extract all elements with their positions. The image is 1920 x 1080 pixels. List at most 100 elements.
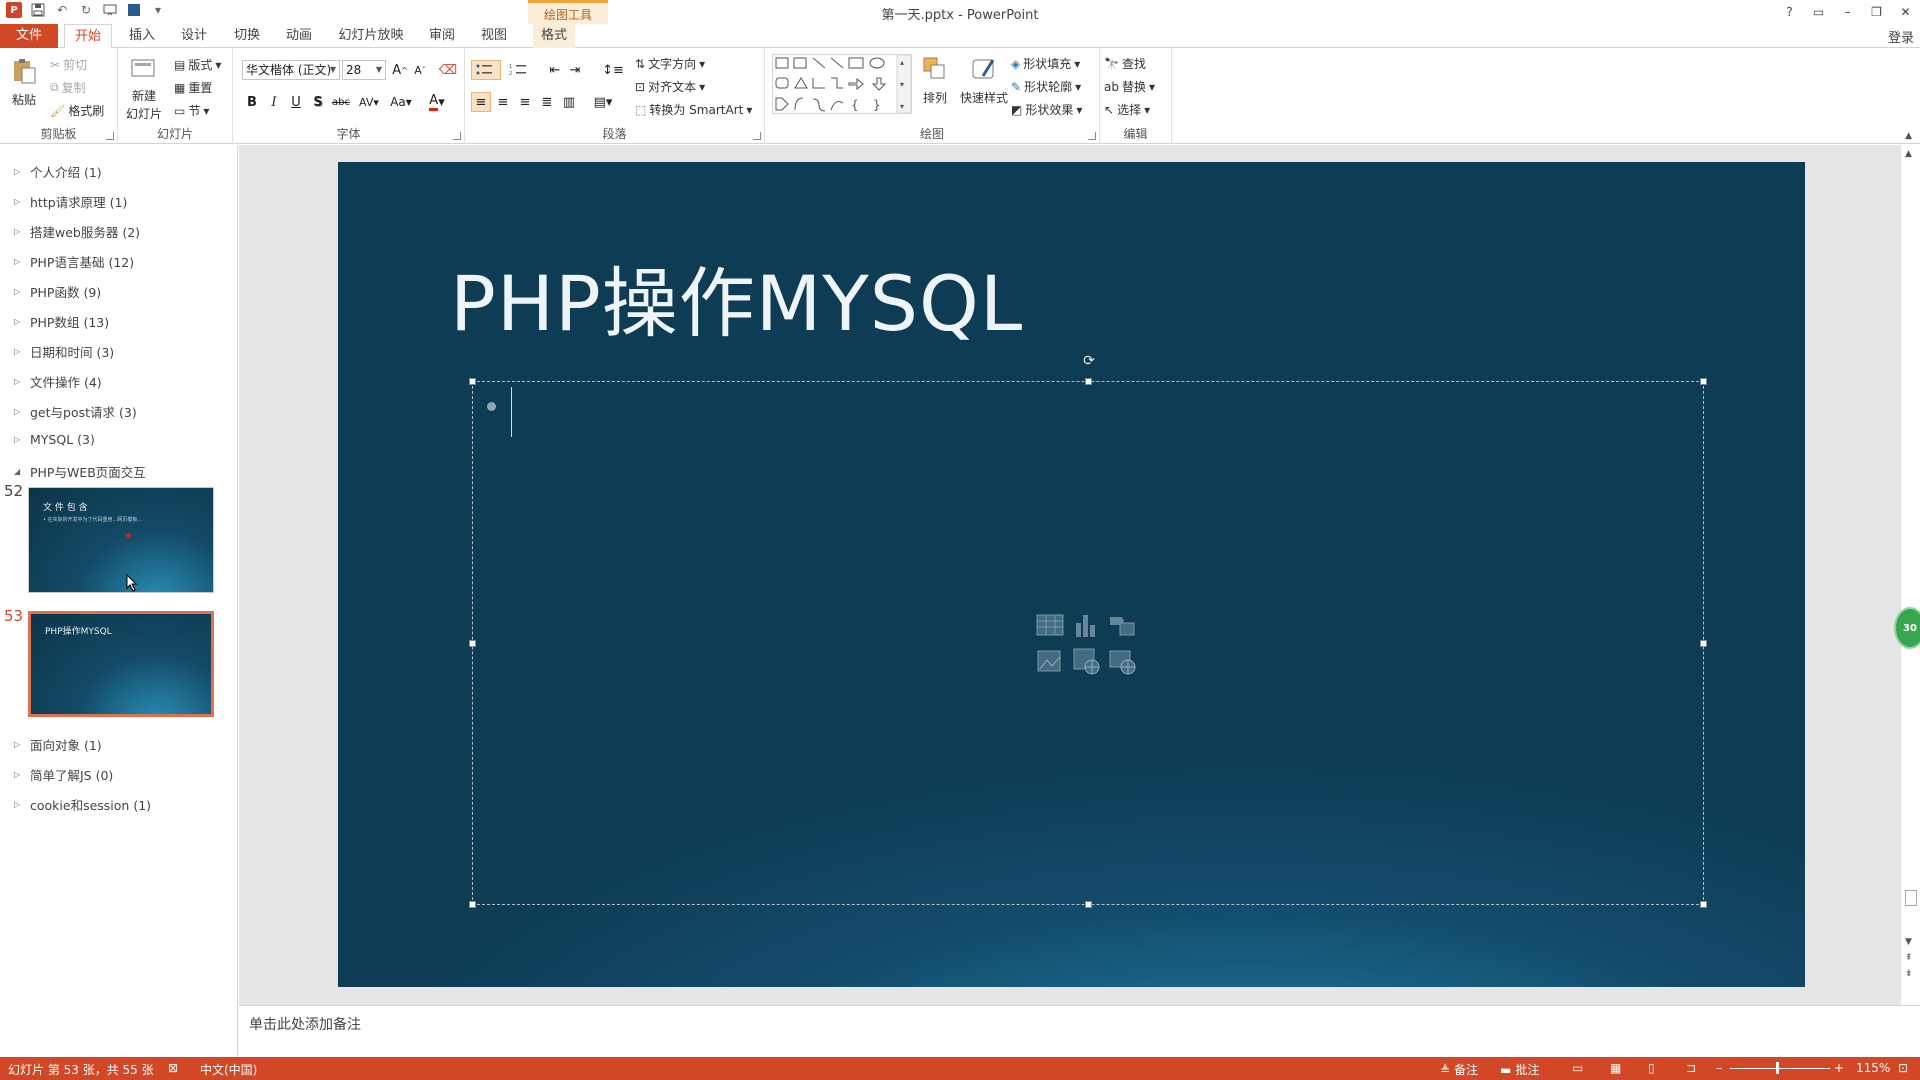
reading-view-icon[interactable]: ▯ <box>1648 1061 1655 1075</box>
section-item[interactable]: ▷ MYSQL (3) <box>14 432 95 447</box>
align-text-button[interactable]: ⊡ 对齐文本 ▾ <box>635 78 705 95</box>
clear-formatting-icon[interactable]: ⌫ <box>438 60 458 80</box>
scroll-up-icon[interactable]: ▲ <box>1905 149 1912 159</box>
zoom-out-icon[interactable]: – <box>1716 1061 1722 1075</box>
ribbon-display-icon[interactable]: ▭ <box>1804 0 1833 24</box>
next-slide-icon[interactable]: ⇟ <box>1905 969 1913 979</box>
section-item[interactable]: ▷ 面向对象 (1) <box>14 735 102 754</box>
insert-video-icon[interactable] <box>1108 647 1136 675</box>
tab-home[interactable]: 开始 <box>64 24 112 49</box>
zoom-in-icon[interactable]: + <box>1834 1061 1844 1075</box>
arrange-button[interactable]: 排列 <box>917 54 953 106</box>
scroll-thumb[interactable] <box>1905 890 1917 906</box>
slide-sorter-view-icon[interactable]: ▦ <box>1610 1061 1621 1075</box>
expand-icon[interactable]: ▷ <box>14 800 22 809</box>
section-item[interactable]: ▷ get与post请求 (3) <box>14 402 137 421</box>
content-placeholder[interactable]: ⟳ <box>469 354 1707 908</box>
language-status[interactable]: 中文(中国) <box>200 1061 257 1078</box>
underline-button[interactable]: U <box>286 92 306 112</box>
resize-handle[interactable] <box>1700 640 1707 647</box>
tab-review[interactable]: 审阅 <box>422 24 462 48</box>
find-button[interactable]: 🔭 查找 <box>1104 55 1146 72</box>
select-button[interactable]: ↖ 选择 ▾ <box>1104 101 1150 118</box>
insert-online-picture-icon[interactable] <box>1072 647 1100 675</box>
expand-icon[interactable]: ▷ <box>14 770 22 779</box>
scroll-down-icon[interactable]: ▼ <box>1905 937 1912 947</box>
expand-icon[interactable]: ▷ <box>14 740 22 749</box>
spellcheck-icon[interactable]: ⊠ <box>168 1061 178 1075</box>
insert-picture-icon[interactable] <box>1036 647 1064 675</box>
shrink-font-icon[interactable]: Aˇ <box>410 60 430 80</box>
tab-design[interactable]: 设计 <box>174 24 214 48</box>
slide-title[interactable]: PHP操作MYSQL <box>450 242 1023 352</box>
section-item[interactable]: ▷ 搭建web服务器 (2) <box>14 222 140 241</box>
replace-button[interactable]: ab 替换 ▾ <box>1104 78 1155 95</box>
resize-handle[interactable] <box>1085 378 1092 385</box>
expand-icon[interactable]: ▷ <box>14 197 22 206</box>
italic-button[interactable]: I <box>264 92 284 112</box>
shape-outline-button[interactable]: ✎ 形状轮廓 ▾ <box>1011 78 1081 95</box>
tab-transitions[interactable]: 切换 <box>227 24 267 48</box>
expand-icon[interactable]: ▷ <box>14 407 22 416</box>
shadow-button[interactable]: S <box>308 92 328 112</box>
cut-button[interactable]: ✂ 剪切 <box>50 56 87 73</box>
resize-handle[interactable] <box>469 901 476 908</box>
layout-button[interactable]: ▤ 版式 ▾ <box>174 56 221 73</box>
slide-canvas[interactable]: PHP操作MYSQL ⟳ <box>338 162 1805 987</box>
zoom-slider[interactable] <box>1730 1068 1830 1069</box>
reset-button[interactable]: ▦ 重置 <box>174 79 212 96</box>
expand-icon[interactable]: ▷ <box>14 167 22 176</box>
expand-icon[interactable]: ▷ <box>14 435 22 444</box>
notes-placeholder[interactable]: 单击此处添加备注 <box>249 1014 361 1034</box>
section-button[interactable]: ▭ 节 ▾ <box>174 102 209 119</box>
rotate-handle-icon[interactable]: ⟳ <box>1082 354 1096 368</box>
expand-icon[interactable]: ▷ <box>14 257 22 266</box>
section-item[interactable]: ▷ PHP函数 (9) <box>14 282 101 301</box>
paste-button[interactable]: 粘贴 <box>8 56 40 108</box>
section-item[interactable]: ▷ 个人介绍 (1) <box>14 162 102 181</box>
new-slide-button[interactable]: 新建 幻灯片 <box>122 54 166 122</box>
text-direction-button[interactable]: ⇅ 文字方向 ▾ <box>635 55 705 72</box>
bold-button[interactable]: B <box>242 92 262 112</box>
expand-icon[interactable]: ▷ <box>14 347 22 356</box>
slide-thumbnail[interactable]: 文 件 包 含 • 在实际的开发中为了代码重用...网页模板... <box>28 487 214 593</box>
minimize-icon[interactable]: – <box>1833 0 1862 24</box>
increase-indent-icon[interactable]: ⇥ <box>565 60 585 80</box>
columns-icon[interactable]: ▤▾ <box>589 92 617 112</box>
restore-icon[interactable]: ❐ <box>1862 0 1891 24</box>
fit-slide-icon[interactable]: ⊡ <box>1898 1061 1908 1075</box>
align-right-icon[interactable]: ≡ <box>515 92 535 112</box>
section-item[interactable]: ▷ 日期和时间 (3) <box>14 342 114 361</box>
resize-handle[interactable] <box>469 378 476 385</box>
previous-slide-icon[interactable]: ⇞ <box>1905 953 1913 963</box>
numbering-button[interactable]: 12 <box>505 60 535 80</box>
shape-effects-button[interactable]: ◩ 形状效果 ▾ <box>1011 101 1082 118</box>
quick-styles-button[interactable]: 快速样式 <box>957 54 1011 106</box>
normal-view-icon[interactable]: ▭ <box>1572 1061 1583 1075</box>
tab-animations[interactable]: 动画 <box>279 24 319 48</box>
tab-format[interactable]: 格式 <box>533 24 575 48</box>
notes-pane[interactable]: 单击此处添加备注 <box>239 1005 1920 1057</box>
character-spacing-button[interactable]: AV ▾ <box>355 92 383 112</box>
shape-fill-button[interactable]: ◈ 形状填充 ▾ <box>1011 55 1080 72</box>
tab-insert[interactable]: 插入 <box>122 24 162 48</box>
sign-in-link[interactable]: 登录 <box>1888 27 1914 46</box>
section-item[interactable]: ▷ PHP语言基础 (12) <box>14 252 134 271</box>
font-color-button[interactable]: A ▾ <box>423 92 451 112</box>
insert-chart-icon[interactable] <box>1072 611 1100 639</box>
insert-smartart-icon[interactable] <box>1108 611 1136 639</box>
collapse-ribbon-icon[interactable]: ▲ <box>1905 131 1912 141</box>
convert-smartart-button[interactable]: ⬚ 转换为 SmartArt ▾ <box>635 101 752 118</box>
resize-handle[interactable] <box>469 640 476 647</box>
font-launcher-icon[interactable] <box>453 132 461 140</box>
copy-button[interactable]: ⧉ 复制 <box>50 79 86 96</box>
help-icon[interactable]: ? <box>1775 0 1804 24</box>
resize-handle[interactable] <box>1700 901 1707 908</box>
change-case-button[interactable]: Aa ▾ <box>387 92 415 112</box>
tab-slideshow[interactable]: 幻灯片放映 <box>335 24 407 48</box>
close-icon[interactable]: ✕ <box>1891 0 1920 24</box>
resize-handle[interactable] <box>1700 378 1707 385</box>
decrease-indent-icon[interactable]: ⇤ <box>545 60 565 80</box>
collapse-icon[interactable]: ◢ <box>14 467 22 476</box>
section-item[interactable]: ▷ 文件操作 (4) <box>14 372 102 391</box>
